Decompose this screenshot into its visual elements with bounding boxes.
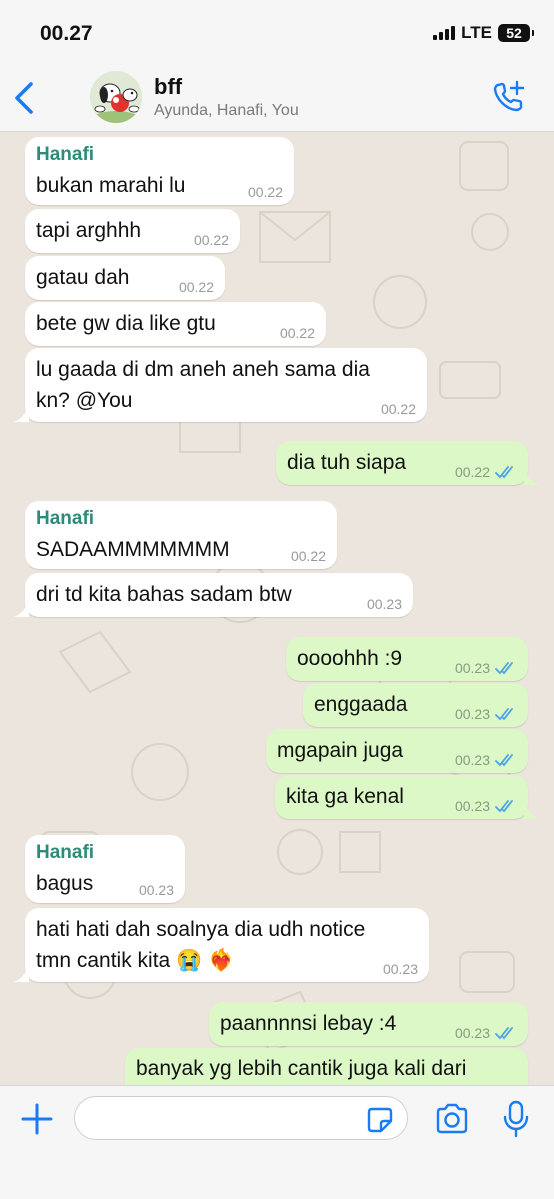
message-time: 00.23: [454, 660, 490, 676]
double-check-icon: [495, 466, 513, 479]
outgoing-message[interactable]: dia tuh siapa 00.22: [276, 441, 528, 485]
sender-name: Hanafi: [36, 144, 95, 165]
chat-area[interactable]: Hanafi bukan marahi lu 00.22 tapi arghhh…: [0, 132, 554, 1085]
message-time: 00.23: [366, 596, 402, 612]
incoming-message[interactable]: tapi arghhh 00.22: [25, 209, 240, 253]
message-time: 00.22: [380, 401, 416, 417]
bubble-tail: [13, 601, 29, 617]
outgoing-message[interactable]: paannnnsi lebay :4 00.23: [209, 1002, 528, 1046]
sender-name: Hanafi: [36, 842, 95, 863]
message-time: 00.22: [178, 279, 214, 295]
outgoing-message[interactable]: banyak yg lebih cantik juga kali dari: [125, 1048, 528, 1085]
double-check-icon: [495, 1027, 513, 1040]
bubble-tail: [524, 803, 540, 819]
message-time: 00.23: [138, 882, 174, 898]
message-time: 00.22: [290, 548, 326, 564]
battery-icon: 52: [498, 24, 534, 42]
message-text: gatau dah: [36, 266, 130, 289]
message-text: banyak yg lebih cantik juga kali dari: [136, 1057, 467, 1080]
status-bar: 00.27 LTE 52: [0, 0, 554, 62]
message-text: lu gaada di dm aneh aneh sama dia: [36, 358, 370, 381]
message-time: 00.22: [193, 232, 229, 248]
chat-header: bff Ayunda, Hanafi, You: [0, 62, 554, 132]
message-text: tapi arghhh: [36, 219, 142, 242]
message-text: hati hati dah soalnya dia udh notice: [36, 918, 366, 941]
message-text: bete gw dia like gtu: [36, 312, 216, 335]
double-check-icon: [495, 708, 513, 721]
message-text: dri td kita bahas sadam btw: [36, 583, 292, 606]
message-time: 00.23: [454, 752, 490, 768]
outgoing-message[interactable]: oooohhh :9 00.23: [286, 637, 528, 681]
bubble-tail: [524, 469, 540, 485]
message-text: kita ga kenal: [286, 785, 404, 808]
bubble-tail: [13, 406, 29, 422]
network-label: LTE: [461, 23, 492, 42]
input-bar: [0, 1085, 554, 1199]
incoming-message[interactable]: Hanafi bukan marahi lu 00.22: [25, 137, 294, 205]
message-text: mgapain juga: [277, 739, 404, 762]
message-text: paannnnsi lebay :4: [220, 1012, 397, 1035]
status-time: 00.27: [40, 22, 93, 45]
group-avatar[interactable]: [90, 71, 142, 123]
chat-participants[interactable]: Ayunda, Hanafi, You: [154, 102, 299, 120]
message-text: bukan marahi lu: [36, 174, 186, 197]
message-time: 00.23: [454, 798, 490, 814]
message-text: oooohhh :9: [297, 647, 403, 670]
outgoing-message[interactable]: mgapain juga 00.23: [266, 729, 528, 773]
plus-icon[interactable]: [20, 1102, 54, 1136]
double-check-icon: [495, 800, 513, 813]
incoming-message[interactable]: lu gaada di dm aneh aneh sama dia kn? @Y…: [25, 348, 427, 422]
double-check-icon: [495, 662, 513, 675]
back-chevron-icon[interactable]: [10, 80, 40, 116]
incoming-message[interactable]: Hanafi bagus 00.23: [25, 835, 185, 903]
message-text: tmn cantik kita 😭 ❤️‍🔥: [36, 949, 235, 972]
microphone-icon[interactable]: [501, 1100, 531, 1138]
message-time: 00.22: [247, 184, 283, 200]
incoming-message[interactable]: Hanafi SADAAMMMMMMM 00.22: [25, 501, 337, 569]
message-text: dia tuh siapa: [287, 451, 407, 474]
message-text: enggaada: [314, 693, 408, 716]
bubble-tail: [13, 966, 29, 982]
message-text: bagus: [36, 872, 94, 895]
add-call-icon[interactable]: [492, 80, 526, 114]
snoopy-avatar-icon: [90, 71, 142, 123]
incoming-message[interactable]: hati hati dah soalnya dia udh notice tmn…: [25, 908, 429, 982]
message-text: kn? @You: [36, 389, 133, 412]
outgoing-message[interactable]: enggaada 00.23: [303, 683, 528, 727]
incoming-message[interactable]: bete gw dia like gtu 00.22: [25, 302, 326, 346]
incoming-message[interactable]: dri td kita bahas sadam btw 00.23: [25, 573, 413, 617]
incoming-message[interactable]: gatau dah 00.22: [25, 256, 225, 300]
signal-icon: [433, 26, 456, 40]
message-time: 00.22: [454, 464, 490, 480]
camera-icon[interactable]: [434, 1103, 470, 1135]
status-indicators: LTE 52: [433, 23, 534, 43]
message-time: 00.23: [454, 1025, 490, 1041]
message-text: SADAAMMMMMMM: [36, 538, 230, 561]
sticker-icon[interactable]: [366, 1106, 394, 1134]
message-time: 00.23: [454, 706, 490, 722]
message-input[interactable]: [74, 1096, 408, 1140]
outgoing-message[interactable]: kita ga kenal 00.23: [275, 775, 528, 819]
chat-title[interactable]: bff: [154, 74, 182, 100]
message-time: 00.23: [382, 961, 418, 977]
message-time: 00.22: [279, 325, 315, 341]
sender-name: Hanafi: [36, 508, 95, 529]
double-check-icon: [495, 754, 513, 767]
